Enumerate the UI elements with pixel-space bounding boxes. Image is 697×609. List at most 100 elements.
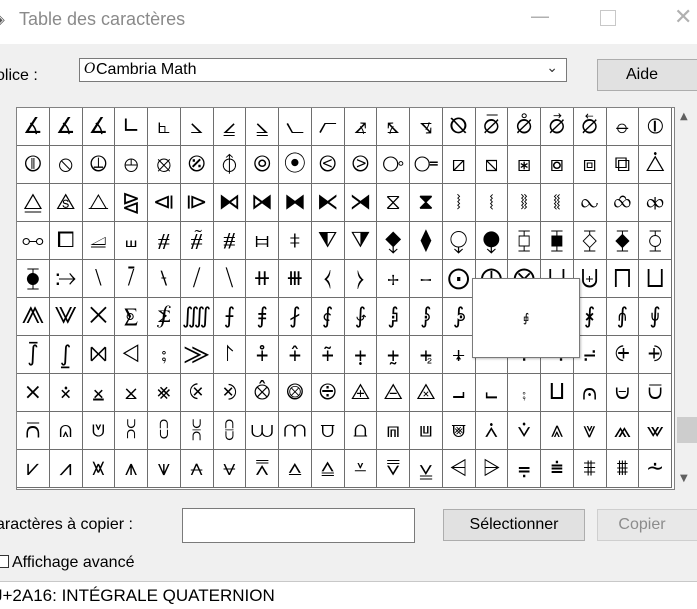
glyph-cell[interactable]: ⩧ (541, 450, 574, 488)
glyph-cell[interactable]: ∡ (49, 108, 83, 146)
glyph-cell[interactable]: ⧸ (180, 260, 214, 298)
glyph-cell[interactable]: ⦺ (115, 146, 148, 184)
glyph-cell[interactable]: ⩦ (508, 450, 541, 488)
glyph-cell[interactable]: ⩋ (279, 412, 312, 450)
glyph-cell[interactable]: ⨡ (213, 336, 247, 374)
glyph-cell[interactable]: ⨮ (639, 336, 672, 374)
glyph-cell[interactable]: ⩒ (508, 412, 541, 450)
glyph-cell[interactable]: ⧇ (541, 146, 574, 184)
glyph-cell[interactable]: ⧍ (82, 184, 116, 222)
glyph-cell[interactable]: ⩓ (541, 412, 574, 450)
glyph-cell[interactable]: ⧘ (442, 184, 476, 222)
glyph-cell[interactable]: ⨝ (82, 336, 116, 374)
glyph-cell[interactable]: ⩟ (279, 450, 312, 488)
glyph-cell[interactable]: ⧜ (573, 184, 607, 222)
scroll-down-icon[interactable]: ▼ (680, 473, 688, 484)
glyph-cell[interactable]: ⧣ (148, 222, 181, 260)
glyph-cell[interactable]: ⧅ (475, 146, 509, 184)
glyph-cell[interactable]: ⧰ (573, 222, 607, 260)
glyph-cell[interactable]: ⧭ (475, 222, 509, 260)
glyph-cell[interactable]: ⨆ (639, 260, 672, 298)
glyph-cell[interactable]: ⨛ (17, 336, 50, 374)
glyph-cell[interactable]: ⨿ (541, 374, 574, 412)
glyph-cell[interactable]: ⩉ (213, 412, 247, 450)
glyph-cell[interactable]: ⨓ (410, 298, 443, 336)
glyph-cell[interactable]: ⦜ (148, 108, 181, 146)
copy-button[interactable]: Copier (597, 509, 697, 541)
glyph-cell[interactable]: ⩩ (606, 450, 640, 488)
glyph-cell[interactable]: ⩤ (442, 450, 476, 488)
glyph-cell[interactable]: ⧒ (246, 184, 279, 222)
glyph-cell[interactable]: ⧞ (639, 184, 672, 222)
glyph-cell[interactable]: ⦨ (344, 108, 378, 146)
glyph-cell[interactable]: ⧂ (377, 146, 410, 184)
glyph-cell[interactable]: ⨊ (115, 298, 148, 336)
glyph-cell[interactable]: ⧓ (279, 184, 312, 222)
glyph-cell[interactable]: ⩙ (82, 450, 116, 488)
glyph-cell[interactable]: ⧽ (344, 260, 378, 298)
glyph-cell[interactable]: ⧶ (115, 260, 148, 298)
glyph-cell[interactable]: ⦹ (82, 146, 116, 184)
chevron-down-icon[interactable]: ⌄ (546, 60, 558, 76)
glyph-cell[interactable]: ⦸ (49, 146, 83, 184)
glyph-cell[interactable]: ⦵ (606, 108, 640, 146)
glyph-cell[interactable]: ⩨ (573, 450, 607, 488)
glyph-cell[interactable]: ⩝ (213, 450, 247, 488)
glyph-cell[interactable]: ⧢ (115, 222, 148, 260)
glyph-cell[interactable]: ⩕ (606, 412, 640, 450)
glyph-cell[interactable]: ⨳ (148, 374, 181, 412)
glyph-cell[interactable]: ⦣ (180, 108, 214, 146)
maximize-button[interactable] (600, 10, 616, 26)
glyph-cell[interactable]: ⧡ (82, 222, 116, 260)
glyph-cell[interactable]: ⧳ (17, 260, 50, 298)
glyph-cell[interactable]: ⨜ (49, 336, 83, 374)
glyph-cell[interactable]: ⦼ (180, 146, 214, 184)
glyph-cell[interactable]: ⩇ (148, 412, 181, 450)
glyph-cell[interactable]: ⧾ (377, 260, 410, 298)
glyph-cell[interactable]: ⨦ (377, 336, 410, 374)
font-dropdown[interactable]: O Cambria Math ⌄ (79, 58, 567, 82)
glyph-cell[interactable]: ⧕ (344, 184, 378, 222)
glyph-cell[interactable]: ⨧ (410, 336, 443, 374)
glyph-cell[interactable]: ∡ (82, 108, 116, 146)
glyph-cell[interactable]: ⧁ (344, 146, 378, 184)
glyph-cell[interactable]: ⨣ (279, 336, 312, 374)
glyph-cell[interactable]: ⧉ (606, 146, 640, 184)
glyph-cell[interactable]: ∡ (17, 108, 50, 146)
glyph-cell[interactable]: ⨔ (442, 298, 476, 336)
glyph-cell[interactable]: ⨚ (639, 298, 672, 336)
glyph-cell[interactable]: ⨭ (606, 336, 640, 374)
glyph-cell[interactable]: ⦿ (279, 146, 312, 184)
glyph-cell[interactable]: ⧑ (213, 184, 247, 222)
glyph-cell[interactable]: ⩖ (639, 412, 672, 450)
glyph-cell[interactable]: ⧺ (246, 260, 279, 298)
glyph-cell[interactable]: ⧨ (311, 222, 345, 260)
glyph-cell[interactable]: ⨺ (377, 374, 410, 412)
glyph-cell[interactable]: ⨷ (279, 374, 312, 412)
glyph-cell[interactable]: ⩅ (82, 412, 116, 450)
select-button[interactable]: Sélectionner (443, 509, 585, 541)
glyph-cell[interactable]: ⩛ (148, 450, 181, 488)
glyph-cell[interactable]: ⧋ (17, 184, 50, 222)
glyph-cell[interactable]: ⧫ (410, 222, 443, 260)
glyph-cell[interactable]: ⨋ (148, 298, 181, 336)
glyph-cell[interactable]: ⨲ (115, 374, 148, 412)
glyph-cell[interactable]: ⨙ (606, 298, 640, 336)
glyph-cell[interactable]: ⧯ (541, 222, 574, 260)
glyph-cell[interactable]: ⧐ (180, 184, 214, 222)
glyph-cell[interactable]: ⩎ (377, 412, 410, 450)
glyph-cell[interactable]: ⧻ (279, 260, 312, 298)
glyph-cell[interactable]: ⩊ (246, 412, 279, 450)
close-button[interactable]: ✕ (674, 7, 692, 29)
scroll-up-icon[interactable]: ▲ (680, 111, 688, 122)
glyph-cell[interactable]: ⨽ (475, 374, 509, 412)
glyph-cell[interactable]: ⩚ (115, 450, 148, 488)
glyph-cell[interactable]: ⧪ (377, 222, 410, 260)
glyph-cell[interactable]: ⩗ (17, 450, 50, 488)
glyph-cell[interactable]: ⨅ (606, 260, 640, 298)
glyph-cell[interactable]: ⧠ (49, 222, 83, 260)
glyph-cell[interactable]: ⨵ (213, 374, 247, 412)
glyph-cell[interactable]: ⩜ (180, 450, 214, 488)
glyph-cell[interactable]: ⩠ (311, 450, 345, 488)
glyph-cell[interactable]: ⧱ (606, 222, 640, 260)
